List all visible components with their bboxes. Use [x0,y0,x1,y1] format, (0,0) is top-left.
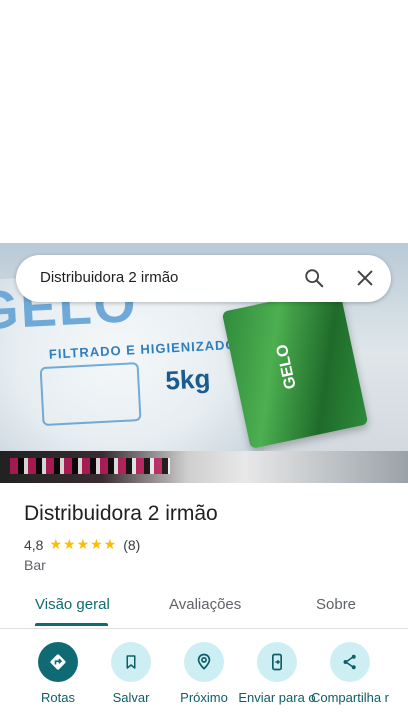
tab-visao-geral[interactable]: Visão geral [35,596,110,613]
action-label-salvar: Salvar [112,690,150,705]
action-rotas[interactable]: Rotas [18,642,98,705]
rating-value: 4,8 [24,536,44,553]
action-label-proximo: Próximo [180,690,228,705]
action-salvar[interactable]: Salvar [91,642,171,705]
share-icon[interactable] [330,642,370,682]
bookmark-icon[interactable] [111,642,151,682]
pink-package [10,458,170,474]
tab-avaliacoes[interactable]: Avaliações [169,596,241,613]
search-bar[interactable]: Distribuidora 2 irmão [16,255,391,302]
star-rating: ★★★★★ [49,536,118,552]
bag-weight: 5kg [164,363,211,396]
nearby-icon[interactable] [184,642,224,682]
green-bag-text: GELO [273,342,300,391]
send-to-phone-icon[interactable] [257,642,297,682]
ice-cubes-graphic [39,362,142,427]
tab-bar: Visão geral Avaliações Sobre [0,585,408,629]
action-compartilhar[interactable]: Compartilha r [310,642,390,705]
close-icon[interactable] [354,267,376,289]
directions-icon[interactable] [38,642,78,682]
place-title: Distribuidora 2 irmão [24,502,218,525]
search-icon[interactable] [303,267,325,289]
action-enviar[interactable]: Enviar para o [237,642,317,705]
tab-sobre[interactable]: Sobre [316,596,356,613]
rating-row[interactable]: 4,8 ★★★★★ (8) [24,536,140,553]
action-label-compartilhar: Compartilha r [310,690,390,705]
action-label-enviar: Enviar para o [238,690,316,705]
review-count: (8) [123,536,141,553]
action-proximo[interactable]: Próximo [164,642,244,705]
active-tab-indicator [35,623,108,626]
blank-area [0,0,408,243]
search-input[interactable]: Distribuidora 2 irmão [40,269,178,286]
place-type: Bar [24,557,46,573]
action-label-rotas: Rotas [41,690,75,705]
bag-text: FILTRADO E HIGIENIZADO [48,336,237,362]
